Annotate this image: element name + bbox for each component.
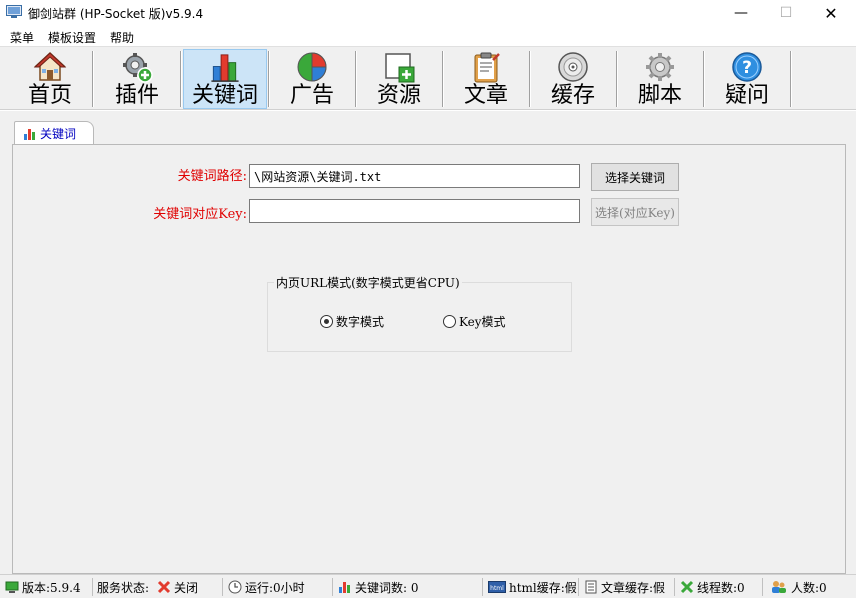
toolbar-label: 资源	[376, 83, 421, 108]
minimize-button[interactable]: —	[718, 0, 764, 26]
close-x-icon	[157, 580, 171, 594]
menu-item-help[interactable]: 帮助	[110, 29, 134, 46]
help-icon: ?	[732, 52, 762, 82]
status-threads: 线程数:0	[680, 578, 745, 596]
close-button[interactable]: ✕	[808, 0, 854, 26]
app-icon	[6, 5, 22, 18]
toolbar-label: 缓存	[550, 83, 595, 108]
radio-button[interactable]	[443, 315, 456, 328]
clock-icon	[228, 580, 242, 594]
monitor-icon	[5, 581, 19, 593]
toolbar-separator	[180, 51, 182, 107]
bar-chart-icon	[211, 54, 239, 82]
toolbar-label: 文章	[463, 83, 508, 108]
status-separator	[222, 578, 223, 596]
threads-icon	[680, 580, 694, 594]
maximize-button[interactable]: ☐	[763, 0, 809, 26]
pie-chart-icon	[297, 52, 327, 82]
status-separator	[762, 578, 763, 596]
main-content: 关键词 关键词路径: \网站资源\关键词.txt 选择关键词 关键词对应Key:…	[0, 111, 856, 574]
status-version-text: 版本:5.9.4	[22, 580, 81, 595]
toolbar-label: 首页	[27, 83, 72, 108]
toolbar: 首页 插件 关键词 广告 资源 文章 缓存 脚本 ? 疑问	[0, 46, 856, 110]
status-service: 服务状态: 关闭	[97, 578, 198, 596]
toolbar-label: 脚本	[637, 83, 682, 108]
tab-keyword[interactable]: 关键词	[14, 121, 94, 145]
radio-button[interactable]	[320, 315, 333, 328]
keyword-path-input[interactable]: \网站资源\关键词.txt	[249, 164, 580, 188]
toolbar-home-button[interactable]: 首页	[8, 49, 92, 109]
select-key-button[interactable]: 选择(对应Key)	[591, 198, 679, 226]
status-article-cache: 文章缓存:假	[584, 578, 665, 596]
status-html-cache: html html缓存:假	[488, 578, 577, 596]
radio-label: 数字模式	[336, 315, 385, 329]
toolbar-separator	[92, 51, 94, 107]
status-runtime-text: 运行:0小时	[245, 580, 305, 595]
status-version: 版本:5.9.4	[5, 578, 81, 596]
toolbar-script-button[interactable]: 脚本	[618, 49, 702, 109]
menu-item-main[interactable]: 菜单	[10, 29, 34, 46]
status-people-text: 人数:0	[791, 580, 827, 595]
keyword-key-input[interactable]	[249, 199, 580, 223]
toolbar-cache-button[interactable]: 缓存	[531, 49, 615, 109]
disc-icon	[558, 52, 588, 82]
keyword-key-label: 关键词对应Key:	[153, 207, 247, 222]
url-mode-group: 内页URL模式(数字模式更省CPU) 数字模式 Key模式	[267, 274, 572, 352]
tab-label: 关键词	[40, 127, 77, 141]
status-runtime: 运行:0小时	[228, 578, 305, 596]
status-separator	[482, 578, 483, 596]
status-separator	[578, 578, 579, 596]
status-separator	[92, 578, 93, 596]
toolbar-label: 插件	[114, 83, 159, 108]
status-separator	[674, 578, 675, 596]
status-service-value: 关闭	[174, 580, 199, 595]
html-icon: html	[488, 581, 506, 593]
clipboard-icon	[474, 52, 500, 83]
status-separator	[332, 578, 333, 596]
status-html-cache-text: html缓存:假	[509, 580, 577, 595]
menu-item-template-settings[interactable]: 模板设置	[48, 29, 96, 46]
toolbar-help-button[interactable]: ? 疑问	[705, 49, 789, 109]
status-keyword-count-text: 关键词数: 0	[355, 580, 419, 595]
status-threads-text: 线程数:0	[697, 580, 745, 595]
bar-chart-icon	[24, 128, 35, 140]
toolbar-label: 广告	[289, 83, 334, 108]
window-title: 御剑站群 (HP-Socket 版)v5.9.4	[28, 7, 204, 21]
select-keyword-button[interactable]: 选择关键词	[591, 163, 679, 191]
toolbar-resources-button[interactable]: 资源	[357, 49, 441, 109]
toolbar-keyword-button[interactable]: 关键词	[183, 49, 267, 109]
toolbar-article-button[interactable]: 文章	[444, 49, 528, 109]
status-article-cache-text: 文章缓存:假	[601, 580, 666, 595]
radio-key-mode[interactable]: Key模式	[443, 313, 506, 330]
toolbar-separator	[790, 51, 792, 107]
gear-icon	[646, 53, 674, 81]
users-icon	[772, 581, 786, 593]
menu-bar: 菜单 模板设置 帮助	[0, 26, 856, 46]
keyword-panel: 关键词路径: \网站资源\关键词.txt 选择关键词 关键词对应Key: 选择(…	[12, 144, 846, 574]
document-icon	[585, 580, 597, 594]
toolbar-label: 疑问	[724, 83, 769, 108]
toolbar-label: 关键词	[191, 83, 258, 108]
status-bar: 版本:5.9.4 服务状态: 关闭 运行:0小时 关键词数: 0 html ht…	[0, 574, 856, 598]
status-service-label: 服务状态:	[97, 580, 150, 595]
bar-chart-icon	[339, 582, 350, 593]
status-people: 人数:0	[770, 578, 827, 596]
toolbar-plugin-button[interactable]: 插件	[95, 49, 179, 109]
svg-text:?: ?	[742, 58, 752, 78]
radio-label: Key模式	[459, 315, 506, 329]
keyword-path-label: 关键词路径:	[177, 169, 247, 184]
url-mode-title: 内页URL模式(数字模式更省CPU)	[274, 274, 462, 291]
radio-numeric-mode[interactable]: 数字模式	[320, 313, 384, 330]
plugin-gear-icon	[123, 53, 153, 83]
title-bar: 御剑站群 (HP-Socket 版)v5.9.4 — ☐ ✕	[0, 0, 856, 26]
status-keyword-count: 关键词数: 0	[338, 578, 419, 596]
add-resource-icon	[385, 53, 415, 83]
home-icon	[33, 51, 67, 81]
toolbar-ads-button[interactable]: 广告	[270, 49, 354, 109]
svg-text:html: html	[490, 585, 504, 592]
